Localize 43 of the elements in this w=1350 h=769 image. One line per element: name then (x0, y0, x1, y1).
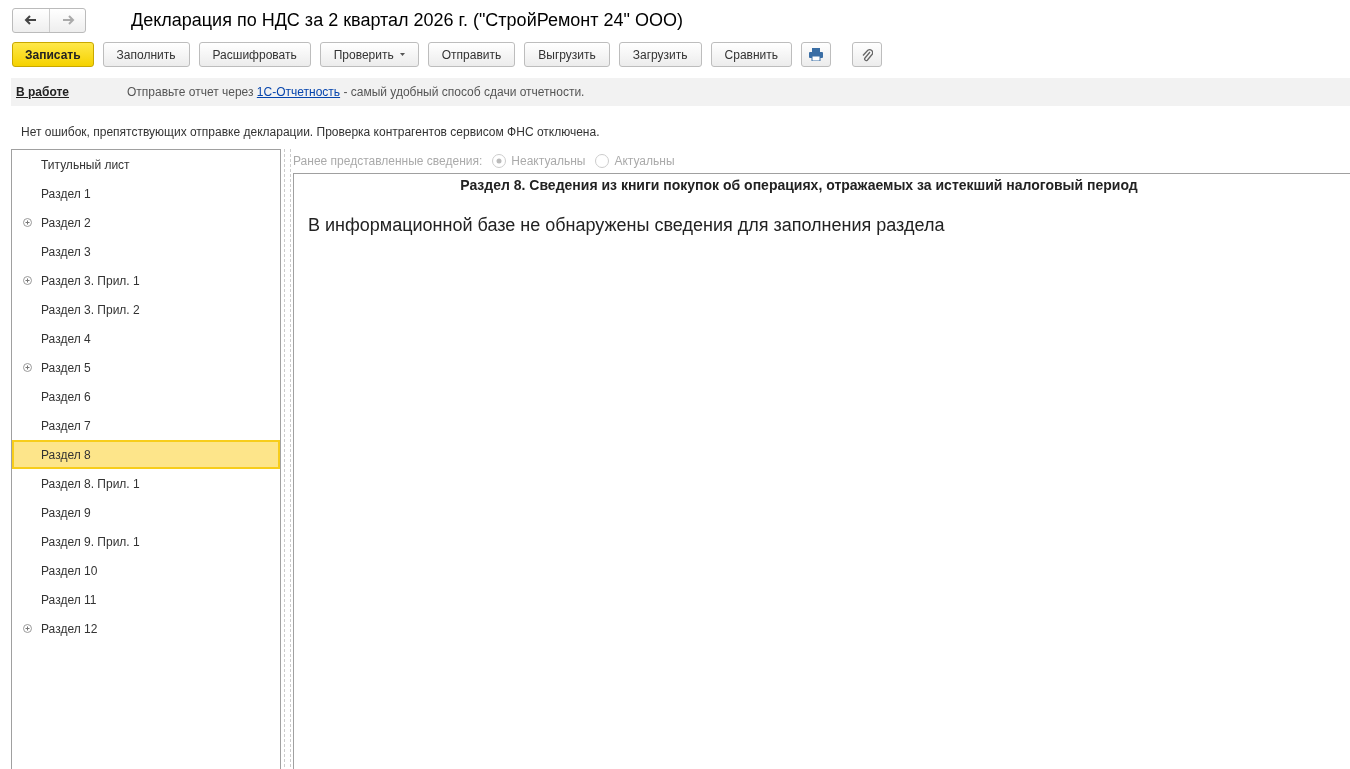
status-link[interactable]: В работе (16, 85, 127, 99)
tree-item[interactable]: Раздел 7 (12, 411, 280, 440)
tree-item[interactable]: Раздел 1 (12, 179, 280, 208)
print-button[interactable] (801, 42, 832, 67)
tree-item[interactable]: Раздел 8 (12, 440, 280, 469)
toolbar-button[interactable]: Загрузить (618, 42, 702, 67)
expand-icon[interactable] (23, 218, 32, 227)
paperclip-icon (861, 47, 874, 62)
check-message: Нет ошибок, препятствующих отправке декларации. Проверка контрагентов сервисом ФНС отключена. (21, 125, 600, 139)
section-heading: Раздел 8. Сведения из книги покупок об операциях, отражаемых за истекший налоговый период (459, 176, 1139, 193)
tree-item[interactable]: Раздел 12 (12, 614, 280, 643)
toolbar-button[interactable]: Заполнить (102, 42, 190, 67)
reporting-link[interactable]: 1С-Отчетность (256, 85, 341, 99)
toolbar-button[interactable]: Сравнить (710, 42, 793, 67)
save-button[interactable]: Записать (12, 42, 94, 67)
expand-icon[interactable] (23, 363, 32, 372)
status-message: Отправьте отчет через 1С-Отчетность - самый удобный способ сдачи отчетности. (127, 85, 585, 99)
caret-icon (399, 53, 405, 56)
tree-item[interactable]: Раздел 9. Прил. 1 (12, 527, 280, 556)
tree-item[interactable]: Раздел 2 (12, 208, 280, 237)
window-title: Декларация по НДС за 2 квартал 2026 г. ("СтройРемонт 24" ООО) (131, 9, 683, 31)
tree-item[interactable]: Раздел 10 (12, 556, 280, 585)
tree-item[interactable]: Раздел 6 (12, 382, 280, 411)
tree-item[interactable]: Раздел 11 (12, 585, 280, 614)
tree-item[interactable]: Раздел 4 (12, 324, 280, 353)
left-arrow-icon (23, 13, 39, 27)
expand-icon[interactable] (23, 276, 32, 285)
field-label: Ранее представленные сведения: (293, 154, 483, 168)
tree-item[interactable]: Раздел 3. Прил. 2 (12, 295, 280, 324)
toolbar-button[interactable]: Выгрузить (524, 42, 610, 67)
tree-item[interactable]: Раздел 3 (12, 237, 280, 266)
tree-item[interactable]: Раздел 8. Прил. 1 (12, 469, 280, 498)
attach-button[interactable] (852, 42, 883, 67)
tree-item[interactable]: Раздел 3. Прил. 1 (12, 266, 280, 295)
empty-message: В информационной базе не обнаружены сведения для заполнения раздела (308, 215, 946, 236)
check-button[interactable]: Проверить (319, 42, 419, 67)
printer-icon (809, 48, 824, 61)
tree-item[interactable]: Раздел 5 (12, 353, 280, 382)
tree-item[interactable]: Титульный лист (12, 150, 280, 179)
toolbar-button[interactable]: Расшифровать (198, 42, 311, 67)
toolbar-button[interactable]: Отправить (427, 42, 516, 67)
expand-icon[interactable] (23, 624, 32, 633)
tree-item[interactable]: Раздел 9 (12, 498, 280, 527)
